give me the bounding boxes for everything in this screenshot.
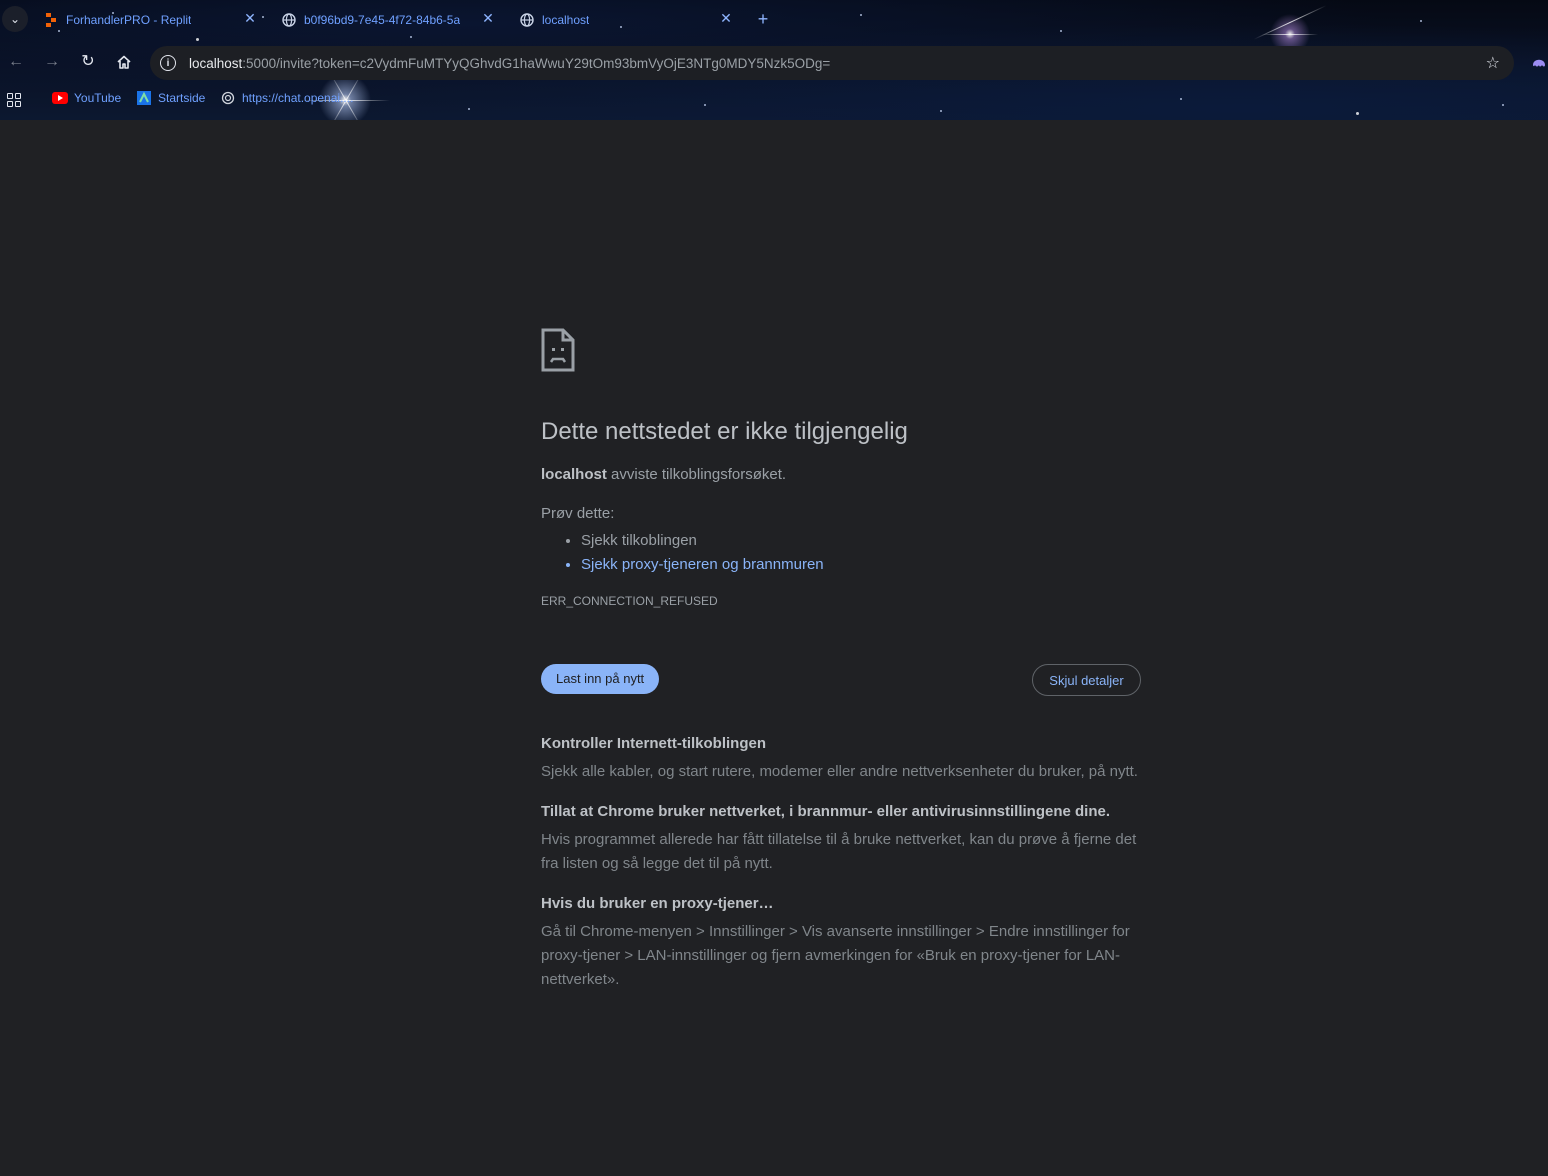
- reload-icon: ↻: [81, 53, 95, 70]
- error-code: ERR_CONNECTION_REFUSED: [541, 594, 718, 608]
- bookmark-startside[interactable]: Startside: [136, 91, 205, 105]
- suggestion-check-connection: Sjekk tilkoblingen: [581, 529, 824, 553]
- globe-icon: [520, 13, 534, 27]
- detail-block: Hvis du bruker en proxy-tjener… Gå til C…: [541, 892, 1141, 992]
- try-label: Prøv dette:: [541, 505, 615, 522]
- suggestions-list: Sjekk tilkoblingen Sjekk proxy-tjeneren …: [541, 529, 824, 577]
- suggestion-check-proxy-link[interactable]: Sjekk proxy-tjeneren og brannmuren: [581, 553, 824, 577]
- arrow-right-icon: →: [44, 53, 60, 70]
- reload-button[interactable]: ↻: [78, 52, 98, 72]
- new-tab-button[interactable]: +: [754, 9, 772, 29]
- tab-uuid[interactable]: b0f96bd9-7e45-4f72-84b6-5a: [282, 8, 472, 32]
- globe-icon: [282, 13, 296, 27]
- bookmark-star-icon[interactable]: ☆: [1486, 53, 1500, 73]
- bookmark-chatgpt[interactable]: https://chat.openai....: [220, 91, 353, 105]
- star-decoration: [1356, 112, 1359, 115]
- sad-page-icon: [541, 328, 575, 372]
- bookmark-label: https://chat.openai....: [242, 91, 354, 105]
- home-button[interactable]: [114, 52, 134, 72]
- detail-block: Tillat at Chrome bruker nettverket, i br…: [541, 800, 1141, 876]
- hide-details-button[interactable]: Skjul detaljer: [1032, 664, 1141, 696]
- apps-grid-icon[interactable]: [7, 93, 21, 107]
- bookmark-youtube[interactable]: YouTube: [52, 91, 121, 105]
- close-icon[interactable]: ✕: [480, 10, 496, 26]
- detail-text: Sjekk alle kabler, og start rutere, mode…: [541, 763, 1138, 780]
- summary-host: localhost: [541, 466, 607, 483]
- reload-page-button[interactable]: Last inn på nytt: [541, 664, 660, 694]
- tab-strip: ⌄ ForhandlerPRO - Replit ✕ b0f96bd9-7e45…: [0, 0, 1548, 40]
- url-path: :5000/invite?token=c2VydmFuMTYyQGhvdG1ha…: [242, 55, 831, 71]
- arrow-left-icon: ←: [8, 53, 24, 70]
- site-info-icon[interactable]: i: [160, 55, 176, 71]
- details-section: Kontroller Internett-tilkoblingen Sjekk …: [541, 732, 1141, 1008]
- url-text[interactable]: localhost:5000/invite?token=c2VydmFuMTYy…: [189, 56, 830, 71]
- home-icon: [117, 55, 131, 69]
- forward-button[interactable]: →: [42, 52, 62, 72]
- replit-icon: [44, 13, 58, 27]
- url-host: localhost: [189, 55, 243, 71]
- tab-title: localhost: [542, 13, 590, 27]
- startside-icon: [136, 91, 152, 105]
- close-icon[interactable]: ✕: [242, 10, 258, 26]
- detail-title: Hvis du bruker en proxy-tjener…: [541, 895, 774, 912]
- detail-text: Gå til Chrome-menyen > Innstillinger > V…: [541, 923, 1130, 988]
- bookmark-label: Startside: [158, 91, 206, 105]
- tab-search-button[interactable]: ⌄: [2, 6, 28, 32]
- youtube-icon: [52, 92, 68, 104]
- back-button[interactable]: ←: [6, 52, 26, 72]
- tab-localhost[interactable]: localhost: [520, 8, 710, 32]
- chevron-down-icon: ⌄: [9, 12, 21, 26]
- address-bar[interactable]: i localhost:5000/invite?token=c2VydmFuMT…: [150, 46, 1514, 80]
- detail-title: Tillat at Chrome bruker nettverket, i br…: [541, 803, 1111, 820]
- detail-title: Kontroller Internett-tilkoblingen: [541, 735, 766, 752]
- tab-replit[interactable]: ForhandlerPRO - Replit: [44, 8, 234, 32]
- error-headline: Dette nettstedet er ikke tilgjengelig: [541, 418, 908, 445]
- detail-text: Hvis programmet allerede har fått tillat…: [541, 831, 1137, 872]
- toolbar: ← → ↻ i localhost:5000/invite?token=c2Vy…: [0, 44, 1548, 82]
- extension-icon[interactable]: [1530, 53, 1548, 71]
- summary-text: avviste tilkoblingsforsøket.: [606, 466, 787, 483]
- close-icon[interactable]: ✕: [718, 10, 734, 26]
- tab-title: ForhandlerPRO - Replit: [66, 13, 192, 27]
- bookmarks-bar: YouTube Startside https://chat.openai...…: [0, 88, 1548, 112]
- plus-icon: +: [757, 9, 769, 29]
- bookmark-label: YouTube: [74, 91, 122, 105]
- tab-title: b0f96bd9-7e45-4f72-84b6-5a: [304, 13, 461, 27]
- error-summary: localhost avviste tilkoblingsforsøket.: [541, 466, 786, 483]
- browser-chrome: ⌄ ForhandlerPRO - Replit ✕ b0f96bd9-7e45…: [0, 0, 1548, 120]
- openai-icon: [220, 91, 236, 105]
- detail-block: Kontroller Internett-tilkoblingen Sjekk …: [541, 732, 1141, 784]
